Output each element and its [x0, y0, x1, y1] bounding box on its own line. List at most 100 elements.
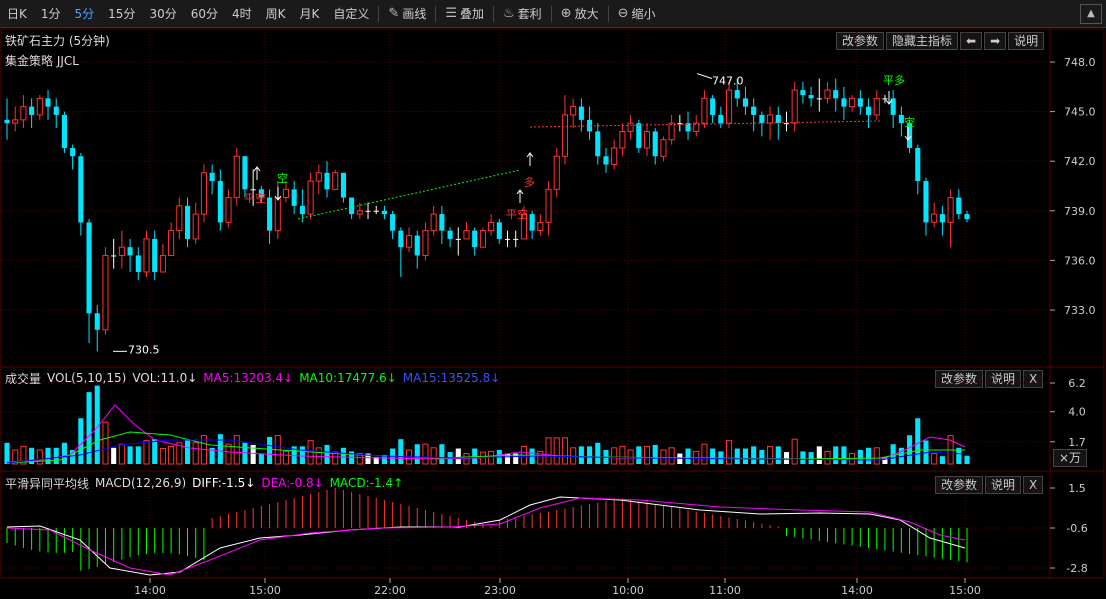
volume-bar — [636, 446, 642, 464]
candle-body — [282, 188, 290, 199]
time-axis-label: 11:00 — [709, 584, 741, 597]
period-tab-6[interactable]: 4时 — [225, 0, 259, 28]
candle-body — [488, 221, 495, 232]
volume-bar — [513, 453, 519, 464]
volume-header: 成交量 VOL(5,10,15) VOL:11.0↓ MA5:13203.4↓ … — [5, 369, 500, 387]
signal-kong-1: 空 — [277, 171, 288, 185]
tool-button-4[interactable]: ⊖ 缩小 — [611, 0, 663, 28]
tool-label: 叠加 — [459, 6, 484, 21]
volume-bar — [463, 453, 470, 465]
volume-bar — [282, 450, 290, 465]
low-price-label: 730.5 — [128, 343, 160, 356]
volume-params-button[interactable]: 改参数 — [935, 370, 984, 388]
candle-body — [898, 114, 904, 124]
candle-body — [636, 123, 642, 148]
candle-body — [291, 189, 297, 206]
candle-body — [767, 114, 774, 124]
volume-bar — [36, 449, 43, 465]
period-tab-5[interactable]: 60分 — [184, 0, 225, 28]
draw-line-button[interactable]: ✎ 画线 — [381, 0, 433, 28]
volume-bar — [537, 450, 544, 465]
volume-ma15-line — [6, 439, 966, 464]
candle-body — [775, 114, 781, 124]
candle-body — [4, 119, 10, 124]
tool-button-1[interactable]: ☰ 叠加 — [438, 0, 491, 28]
macd-close-button[interactable]: X — [1023, 476, 1044, 494]
candle-body — [455, 238, 461, 240]
candle-body — [668, 122, 675, 141]
candle-body — [430, 213, 437, 232]
volume-bar — [701, 443, 708, 465]
candle-body — [545, 188, 552, 223]
volume-help-button[interactable]: 说明 — [985, 370, 1022, 388]
volume-bar — [553, 437, 560, 465]
volume-bar — [430, 447, 437, 465]
period-tab-8[interactable]: 月K — [293, 0, 327, 28]
candle-body — [373, 210, 379, 212]
candle-body — [947, 197, 954, 223]
volume-bar — [595, 442, 601, 464]
volume-close-button[interactable]: X — [1023, 370, 1044, 388]
candle-body — [12, 119, 19, 124]
candle-body — [660, 139, 667, 157]
candle-body — [890, 98, 896, 115]
change-params-button[interactable]: 改参数 — [836, 32, 885, 50]
period-tab-3[interactable]: 15分 — [101, 0, 142, 28]
candle-body — [168, 230, 175, 256]
collapse-toolbar-button[interactable]: ▲ — [1080, 3, 1102, 24]
volume-bar — [135, 446, 141, 464]
signal-ping-kong-1: 平空 — [244, 191, 266, 205]
strategy-label: 集金策略 JJCL — [5, 53, 79, 68]
period-tab-1[interactable]: 1分 — [34, 0, 68, 28]
volume-bar — [627, 449, 634, 465]
candle-body — [143, 238, 150, 273]
candle-body — [159, 254, 166, 273]
volume-bar — [20, 445, 27, 465]
candle-body — [710, 98, 716, 115]
candle-body — [340, 172, 346, 198]
candle-body — [102, 254, 109, 331]
candle-body — [833, 90, 839, 99]
macd-params-button[interactable]: 改参数 — [935, 476, 984, 494]
candle-body — [258, 189, 264, 198]
volume-bar — [619, 445, 626, 465]
period-tab-9[interactable]: 自定义 — [326, 0, 376, 28]
tool-button-3[interactable]: ⊕ 放大 — [554, 0, 606, 28]
macd-help-button[interactable]: 说明 — [985, 476, 1022, 494]
candle-body — [242, 156, 248, 190]
time-axis-label: 23:00 — [484, 584, 516, 597]
main-y-label: 733.0 — [1064, 304, 1096, 317]
candle-body — [849, 97, 856, 108]
candle-body — [504, 238, 511, 240]
candle-body — [570, 106, 577, 116]
candle-body — [873, 97, 880, 116]
period-tab-2[interactable]: 5分 — [68, 0, 102, 28]
volume-bar — [833, 446, 839, 464]
volume-bar — [734, 448, 740, 464]
hide-main-indicator-button[interactable]: 隐藏主指标 — [886, 32, 959, 50]
volume-unit-button[interactable]: ×万 — [1053, 449, 1088, 467]
candle-body — [36, 97, 43, 116]
candle-body — [152, 238, 158, 272]
volume-bar — [242, 442, 248, 464]
period-tab-7[interactable]: 周K — [259, 0, 293, 28]
period-tab-4[interactable]: 30分 — [142, 0, 183, 28]
time-axis-label: 22:00 — [374, 584, 406, 597]
toolbar-divider — [607, 5, 609, 22]
volume-bar — [587, 446, 593, 464]
volume-bar — [12, 449, 19, 465]
tool-button-2[interactable]: ♨ 套利 — [496, 0, 549, 28]
candle-body — [70, 147, 76, 157]
arrow-right-icon[interactable]: ➡ — [984, 32, 1007, 50]
layers-icon: ☰ — [445, 5, 457, 21]
help-button[interactable]: 说明 — [1008, 32, 1045, 50]
arrow-left-icon[interactable]: ⬅ — [960, 32, 983, 50]
period-tab-0[interactable]: 日K — [0, 0, 34, 28]
volume-bar — [759, 449, 765, 464]
volume-bar — [299, 446, 305, 464]
high-price-label: 747.0 — [712, 75, 744, 88]
volume-y-label: 4.0 — [1068, 406, 1086, 419]
level-dotted-line — [529, 120, 883, 128]
kline-chart: 748.0 745.0 742.0 739.0 736.0 733.0 730.5 747.0… — [0, 28, 1105, 597]
volume-bar — [274, 435, 281, 465]
